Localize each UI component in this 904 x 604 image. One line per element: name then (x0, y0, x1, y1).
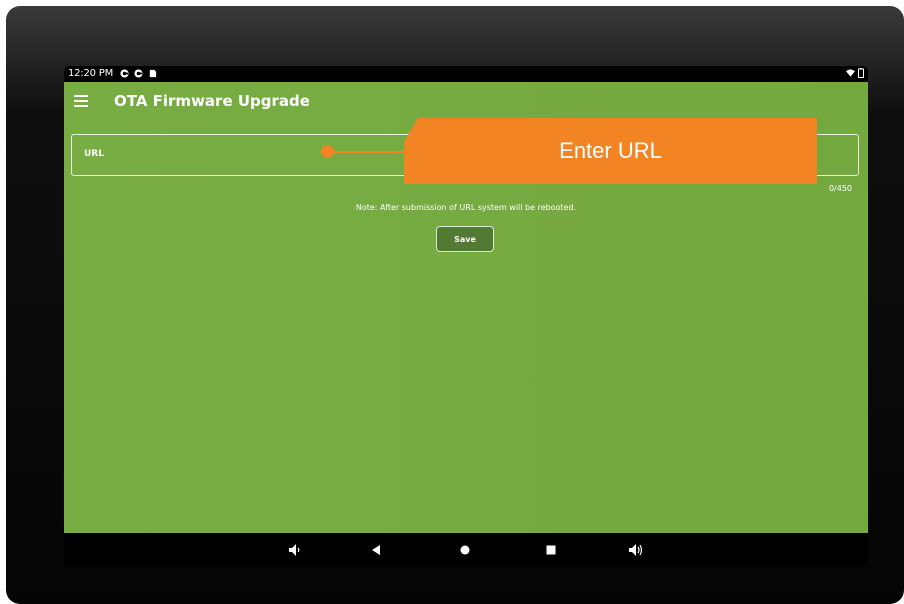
reboot-note: Note: After submission of URL system wil… (355, 203, 577, 212)
back-icon[interactable] (369, 542, 385, 558)
battery-icon (858, 68, 864, 78)
enter-url-callout: Enter URL (404, 118, 817, 184)
status-right (846, 66, 864, 82)
recents-icon[interactable] (543, 542, 559, 558)
status-time: 12:20 PM (68, 68, 114, 79)
page-title: OTA Firmware Upgrade (114, 92, 310, 110)
nav-bar (64, 533, 868, 567)
char-counter: 0/450 (828, 184, 852, 193)
status-bar: 12:20 PM (64, 66, 868, 82)
toolbar: OTA Firmware Upgrade (64, 82, 868, 122)
wifi-icon (846, 69, 856, 77)
callout-pointer-line (333, 151, 405, 153)
tablet-frame: 12:20 PM OTA Firmware Upgrade URL 0/450 … (6, 6, 904, 604)
volume-down-icon[interactable] (286, 542, 302, 558)
volume-up-icon[interactable] (627, 542, 643, 558)
menu-icon[interactable] (74, 95, 88, 107)
home-icon[interactable] (457, 542, 473, 558)
save-button[interactable]: Save (436, 226, 494, 252)
sim-icon (149, 69, 157, 78)
url-label: URL (84, 149, 104, 159)
g-icon (134, 69, 143, 78)
g-icon (120, 69, 129, 78)
